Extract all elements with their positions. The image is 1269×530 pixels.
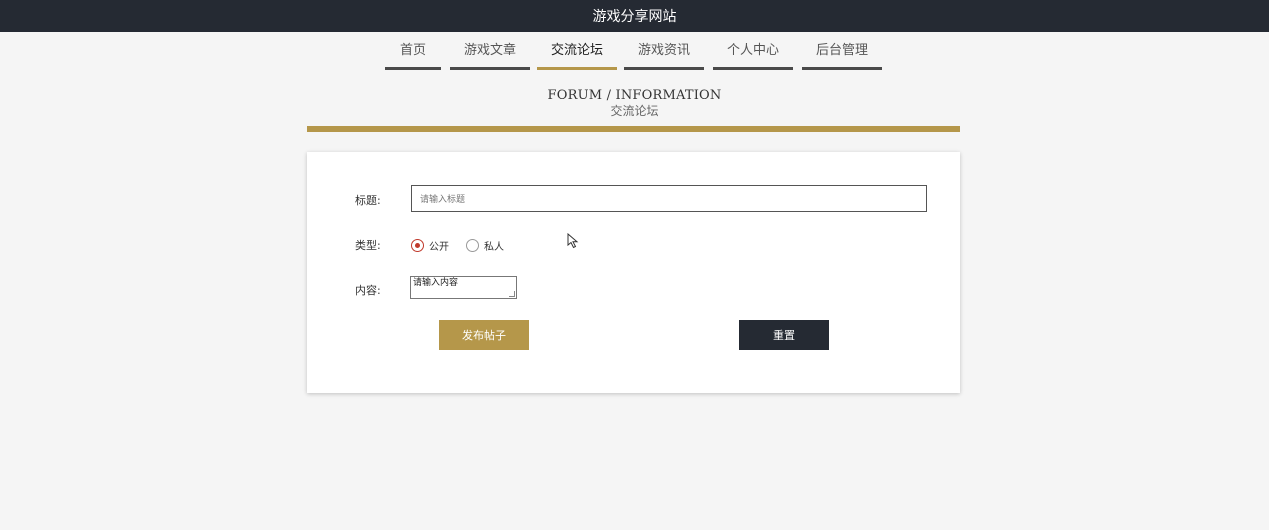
type-label: 类型:	[355, 239, 381, 252]
nav-item-game-articles[interactable]: 游戏文章	[450, 32, 530, 70]
post-form-card: 标题: 请输入标题 类型: 公开 私人 内容: 请输入内容 发布帖子 重置	[307, 152, 960, 393]
nav-item-admin[interactable]: 后台管理	[802, 32, 882, 70]
content-textarea-placeholder: 请输入内容	[413, 278, 459, 288]
nav-item-underline	[450, 67, 530, 70]
radio-circle	[411, 239, 424, 252]
title-label: 标题:	[355, 194, 381, 207]
nav-item-underline	[624, 67, 704, 70]
reset-button[interactable]: 重置	[739, 320, 829, 350]
radio-public[interactable]: 公开	[411, 238, 449, 253]
nav-item-underline	[385, 67, 441, 70]
resize-grip-icon[interactable]	[509, 291, 515, 297]
submit-post-button[interactable]: 发布帖子	[439, 320, 529, 350]
title-input[interactable]: 请输入标题	[411, 185, 927, 212]
content-textarea[interactable]: 请输入内容	[410, 276, 517, 299]
mouse-pointer-icon	[567, 233, 579, 249]
nav-item-home[interactable]: 首页	[385, 32, 441, 70]
main-nav: 首页 游戏文章 交流论坛 游戏资讯 个人中心 后台管理	[0, 32, 1269, 72]
section-title-cn: 交流论坛	[610, 104, 659, 118]
site-title: 游戏分享网站	[592, 9, 677, 25]
nav-item-label: 交流论坛	[550, 43, 603, 58]
nav-item-label: 个人中心	[726, 43, 779, 58]
submit-post-button-label: 发布帖子	[462, 329, 506, 342]
nav-item-underline-active	[537, 67, 617, 70]
nav-item-label: 游戏资讯	[637, 43, 690, 58]
radio-dot	[415, 243, 420, 248]
title-input-placeholder: 请输入标题	[420, 195, 466, 205]
content-label: 内容:	[355, 284, 381, 297]
site-header: 游戏分享网站	[0, 0, 1269, 32]
nav-item-game-news[interactable]: 游戏资讯	[624, 32, 704, 70]
reset-button-label: 重置	[773, 329, 795, 342]
nav-item-label: 后台管理	[815, 43, 868, 58]
nav-item-label: 游戏文章	[463, 43, 516, 58]
radio-public-label: 公开	[429, 242, 449, 253]
radio-private-label: 私人	[484, 242, 504, 253]
radio-private[interactable]: 私人	[466, 238, 504, 253]
section-title-en: FORUM / INFORMATION	[547, 88, 722, 103]
section-heading: FORUM / INFORMATION 交流论坛	[0, 88, 1269, 118]
section-divider	[307, 126, 960, 132]
radio-circle	[466, 239, 479, 252]
nav-item-label: 首页	[399, 43, 426, 58]
nav-item-underline	[802, 67, 882, 70]
nav-item-forum[interactable]: 交流论坛	[537, 32, 617, 70]
nav-item-user-center[interactable]: 个人中心	[713, 32, 793, 70]
nav-item-underline	[713, 67, 793, 70]
